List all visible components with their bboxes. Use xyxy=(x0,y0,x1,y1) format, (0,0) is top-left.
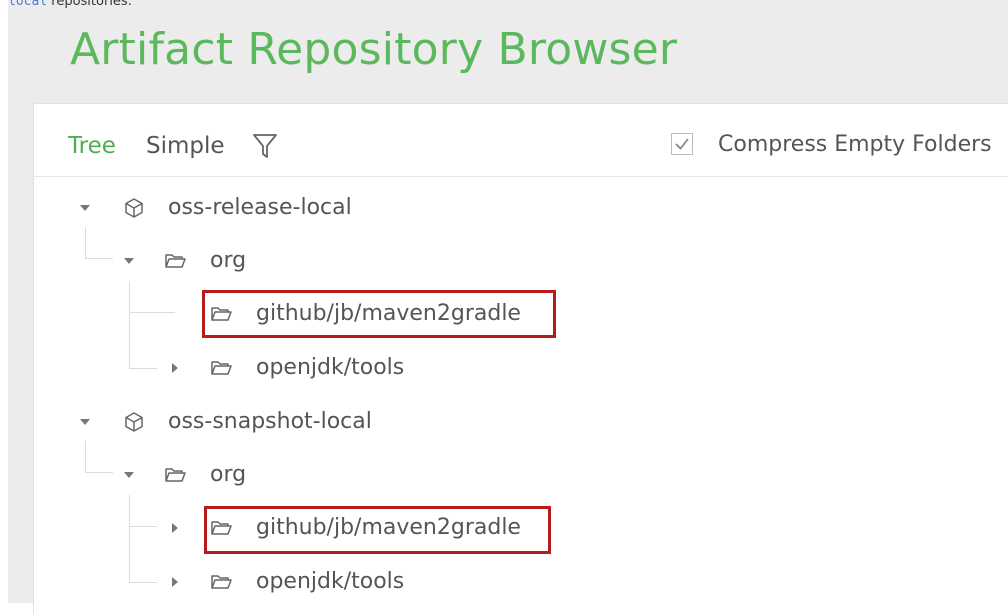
chevron-right-icon xyxy=(172,523,178,533)
package-icon xyxy=(125,198,143,218)
tree-node-label: oss-release-local xyxy=(168,195,352,220)
folder-open-icon xyxy=(211,575,232,589)
expand-toggle[interactable] xyxy=(166,508,186,548)
folder-open-icon xyxy=(165,254,186,268)
collapse-toggle[interactable] xyxy=(120,455,140,495)
tree-node-label: org xyxy=(210,462,247,487)
tree-guide-line xyxy=(85,472,113,473)
tree-node-label: oss-snapshot-local xyxy=(168,409,372,434)
package-icon xyxy=(125,412,143,432)
tree-guide-line xyxy=(85,227,86,258)
highlight-box xyxy=(202,290,556,338)
compress-empty-folders-checkbox[interactable] xyxy=(671,133,693,155)
expand-toggle[interactable] xyxy=(166,348,186,388)
chevron-down-icon xyxy=(80,419,90,425)
folder-open-icon xyxy=(165,468,186,482)
chevron-right-icon xyxy=(172,577,178,587)
chevron-down-icon xyxy=(80,205,90,211)
chevron-down-icon xyxy=(124,472,134,478)
repository-browser-panel: Tree Simple Compress Empty Folders oss-r… xyxy=(33,103,1008,614)
chevron-right-icon xyxy=(172,363,178,373)
context-text-suffix: repositories. xyxy=(47,0,132,9)
highlight-box xyxy=(204,506,551,554)
tree-node-label: org xyxy=(210,248,247,273)
tree-guide-line xyxy=(85,441,86,472)
collapse-toggle[interactable] xyxy=(76,402,96,442)
tree-guide-line xyxy=(129,495,130,583)
chevron-down-icon xyxy=(124,258,134,264)
folder-open-icon xyxy=(211,361,232,375)
inline-code: local xyxy=(8,0,48,9)
tree-node-label: openjdk/tools xyxy=(256,569,405,594)
tree-node-label: openjdk/tools xyxy=(256,355,405,380)
collapse-toggle[interactable] xyxy=(120,241,140,281)
browser-toolbar: Tree Simple Compress Empty Folders xyxy=(34,104,1008,177)
tab-tree[interactable]: Tree xyxy=(68,129,116,163)
context-text: local repositories. xyxy=(8,0,132,12)
tree-guide-line xyxy=(129,582,157,583)
tree-guide-line xyxy=(129,312,175,313)
expand-toggle[interactable] xyxy=(166,562,186,602)
check-icon xyxy=(675,138,689,150)
tree-guide-line xyxy=(85,258,113,259)
tab-simple[interactable]: Simple xyxy=(146,129,225,163)
page-title: Artifact Repository Browser xyxy=(70,24,678,75)
compress-empty-folders-label: Compress Empty Folders xyxy=(718,132,992,157)
tree-guide-line xyxy=(129,368,157,369)
filter-icon[interactable] xyxy=(252,132,278,160)
collapse-toggle[interactable] xyxy=(76,188,96,228)
tree-guide-line xyxy=(129,526,157,527)
tree-guide-line xyxy=(129,281,130,369)
